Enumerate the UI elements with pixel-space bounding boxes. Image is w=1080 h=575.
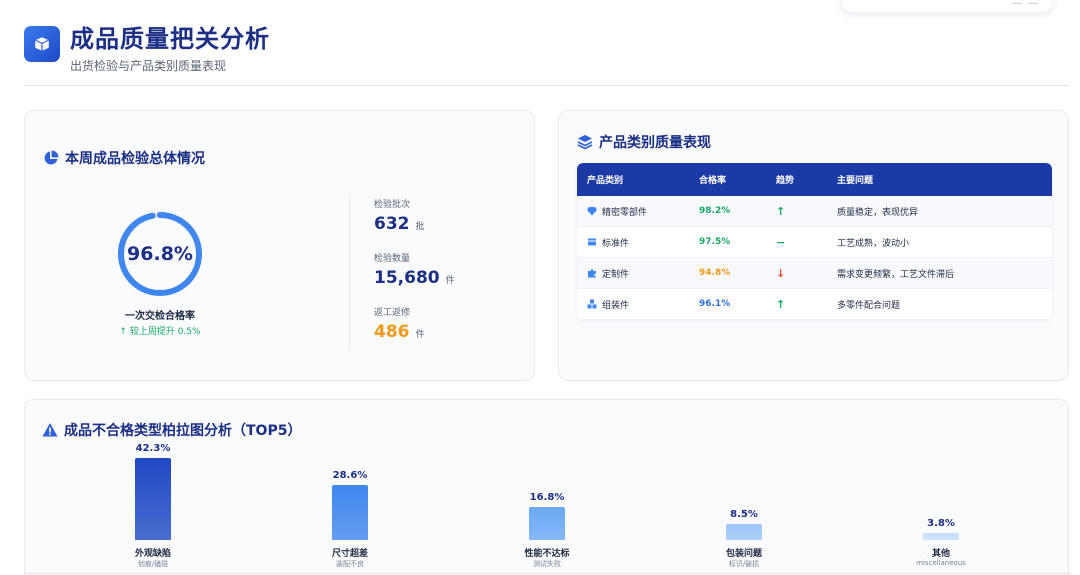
category-card: 产品类别质量表现 产品类别 合格率 趋势 主要问题 精密零部件 98.2% ↑ … — [558, 110, 1069, 381]
puzzle-icon — [587, 268, 597, 278]
stat-unit: 件 — [415, 330, 425, 340]
bar-value-label: 42.3% — [135, 443, 171, 454]
pareto-bar — [923, 532, 959, 540]
bar-category-label: 外观缺陷 — [134, 549, 171, 559]
pareto-title: 成品不合格类型柏拉图分析（TOP5） — [42, 420, 301, 440]
layers-icon — [577, 134, 593, 150]
bar-subcategory-label: 装配不良 — [336, 560, 364, 568]
pareto-card: 成品不合格类型柏拉图分析（TOP5） 42.3% 外观缺陷 划痕/磕碰 28.6% 尺寸… — [24, 399, 1070, 575]
toolbar-mark — [1028, 0, 1038, 4]
pass-rate-label: 一次交检合格率 — [125, 311, 195, 322]
table-body: 精密零部件 98.2% ↑ 质量稳定，表现优异 标准件 97.5% − 工艺成熟… — [577, 196, 1052, 320]
divider — [349, 195, 350, 351]
overview-title: 本周成品检验总体情况 — [43, 148, 205, 168]
overview-card: 本周成品检验总体情况 96.8% 一次交检合格率 ↑ 较上周提升 0.5% 检验… — [24, 110, 535, 381]
bar-value-label: 8.5% — [730, 508, 758, 520]
toolbar-mark — [1012, 0, 1022, 4]
pareto-bar — [529, 507, 565, 540]
pass-rate-ring: 96.8% — [115, 209, 205, 299]
stat-unit: 件 — [445, 276, 455, 286]
arrow-up-icon: ↑ — [119, 327, 130, 337]
stat-rework: 返工返修 486 件 — [374, 305, 425, 342]
pareto-bar — [332, 484, 368, 540]
category-title: 产品类别质量表现 — [577, 132, 711, 152]
stat-unit: 批 — [415, 222, 425, 232]
bar-value-label: 28.6% — [332, 469, 368, 481]
bar-value-label: 16.8% — [529, 492, 565, 504]
pass-rate-change: ↑ 较上周提升 0.5% — [119, 327, 201, 337]
stat-value: 15,680 — [374, 268, 440, 288]
chart-baseline — [25, 573, 1070, 574]
column-header: 产品类别 — [587, 176, 624, 186]
box-logo-icon — [24, 26, 60, 62]
cubes-icon — [587, 299, 597, 309]
pareto-bar — [135, 458, 171, 540]
stat-value: 486 — [374, 322, 410, 342]
stat-label: 检验数量 — [374, 254, 411, 264]
stat-quantity: 检验数量 15,680 件 — [374, 251, 455, 288]
table-header: 产品类别 合格率 趋势 主要问题 — [577, 163, 1052, 196]
page-subtitle: 出货检验与产品类别质量表现 — [70, 59, 227, 73]
pie-chart-icon — [43, 150, 59, 166]
pareto-bar — [726, 523, 762, 540]
stat-label: 检验批次 — [374, 200, 411, 210]
bar-category-label: 尺寸超差 — [331, 549, 368, 559]
bar-category-label: 其他 — [931, 549, 950, 559]
table-row[interactable]: 组装件 96.1% ↑ 多零件配合问题 — [577, 289, 1052, 320]
column-header: 主要问题 — [837, 176, 874, 186]
category-table: 产品类别 合格率 趋势 主要问题 精密零部件 98.2% ↑ 质量稳定，表现优异… — [577, 163, 1052, 320]
stat-batches: 检验批次 632 批 — [374, 197, 425, 234]
bar-value-label: 3.8% — [927, 517, 955, 529]
bar-subcategory-label: 划痕/磕碰 — [137, 560, 169, 568]
bar-category-label: 性能不达标 — [524, 549, 570, 559]
bar-category-label: 包装问题 — [725, 549, 762, 559]
table-row[interactable]: 精密零部件 98.2% ↑ 质量稳定，表现优异 — [577, 196, 1052, 227]
bar-subcategory-label: 标识/破损 — [728, 560, 760, 568]
floating-toolbar — [842, 0, 1052, 12]
page-title: 成品质量把关分析 — [70, 25, 270, 53]
column-header: 合格率 — [699, 176, 727, 186]
table-row[interactable]: 定制件 94.8% ↓ 需求变更频繁，工艺文件滞后 — [577, 258, 1052, 289]
bar-subcategory-label: 测试失败 — [533, 560, 561, 568]
table-row[interactable]: 标准件 97.5% − 工艺成熟，波动小 — [577, 227, 1052, 258]
gem-icon — [587, 206, 597, 216]
warning-icon — [42, 422, 58, 438]
page-header: 成品质量把关分析 出货检验与产品类别质量表现 — [24, 16, 1069, 86]
column-header: 趋势 — [776, 176, 795, 186]
pass-rate-value: 96.8% — [127, 243, 193, 265]
stat-value: 632 — [374, 214, 410, 234]
bar-subcategory-label: miscellaneous — [916, 559, 966, 567]
box-icon — [587, 237, 597, 247]
stat-label: 返工返修 — [374, 308, 411, 318]
